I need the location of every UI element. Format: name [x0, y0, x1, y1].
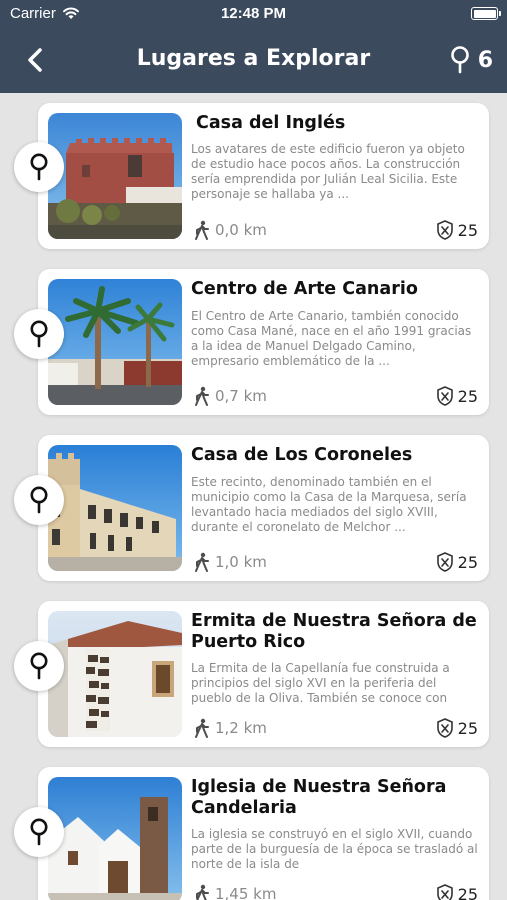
- place-card[interactable]: Centro de Arte Canario El Centro de Arte…: [38, 269, 489, 415]
- place-points: 25: [436, 386, 478, 406]
- battery-icon: [471, 7, 501, 20]
- map-pin-icon: [30, 486, 48, 514]
- shield-icon: [436, 884, 453, 900]
- shield-icon: [436, 718, 453, 738]
- place-points: 25: [436, 552, 478, 572]
- place-title: Centro de Arte Canario: [191, 279, 418, 299]
- map-pin-icon: [450, 46, 469, 74]
- status-bar: Carrier 12:48 PM: [0, 0, 507, 30]
- place-distance: 1,45 km: [193, 884, 276, 900]
- distance-value: 1,45 km: [215, 885, 277, 900]
- place-pin-marker[interactable]: [14, 309, 64, 359]
- hiker-icon: [195, 386, 209, 406]
- shield-icon: [436, 220, 453, 240]
- hiker-icon: [195, 552, 209, 572]
- distance-value: 0,7 km: [215, 387, 267, 405]
- points-value: 25: [457, 220, 478, 240]
- points-value: 25: [457, 552, 478, 572]
- place-card[interactable]: Casa de Los Coroneles Este recinto, deno…: [38, 435, 489, 581]
- place-card[interactable]: Ermita de Nuestra Señora de Puerto Rico …: [38, 601, 489, 747]
- places-count-value: 6: [477, 47, 493, 73]
- place-pin-marker[interactable]: [14, 142, 64, 192]
- place-thumbnail: [48, 445, 182, 571]
- shield-icon: [436, 386, 453, 406]
- points-value: 25: [457, 884, 478, 900]
- place-pin-marker[interactable]: [14, 475, 64, 525]
- map-pin-icon: [30, 818, 48, 846]
- place-thumbnail: [48, 113, 182, 239]
- hiker-icon: [195, 718, 209, 738]
- distance-value: 1,2 km: [215, 719, 267, 737]
- place-distance: 1,0 km: [193, 552, 267, 572]
- place-title: Iglesia de Nuestra Señora Candelaria: [191, 777, 447, 818]
- place-points: 25: [436, 220, 478, 240]
- place-title: Ermita de Nuestra Señora de Puerto Rico: [191, 611, 477, 652]
- page-title: Lugares a Explorar: [136, 46, 371, 71]
- hiker-icon: [195, 220, 209, 240]
- map-pin-icon: [30, 153, 48, 181]
- place-title: Casa del Inglés: [196, 113, 346, 133]
- map-pin-icon: [30, 652, 48, 680]
- status-time: 12:48 PM: [220, 5, 287, 22]
- place-card[interactable]: Casa del Inglés Los avatares de este edi…: [38, 103, 489, 249]
- place-pin-marker[interactable]: [14, 641, 64, 691]
- place-title: Casa de Los Coroneles: [191, 445, 413, 465]
- place-points: 25: [436, 718, 478, 738]
- points-value: 25: [457, 718, 478, 738]
- place-distance: 0,7 km: [193, 386, 267, 406]
- app-header: Carrier 12:48 PM Lugares a Explorar 6: [0, 0, 507, 93]
- place-description: Los avatares de este edificio fueron ya …: [191, 142, 465, 201]
- map-pin-icon: [30, 320, 48, 348]
- shield-icon: [436, 552, 453, 572]
- place-thumbnail: [48, 611, 182, 737]
- places-count[interactable]: 6: [450, 46, 493, 74]
- distance-value: 0,0 km: [215, 221, 267, 239]
- place-card[interactable]: Iglesia de Nuestra Señora Candelaria La …: [38, 767, 489, 900]
- place-distance: 1,2 km: [193, 718, 267, 738]
- place-description: La Ermita de la Capellanía fue construid…: [191, 661, 450, 705]
- place-points: 25: [436, 884, 478, 900]
- place-thumbnail: [48, 777, 182, 900]
- hiker-icon: [196, 884, 209, 900]
- place-pin-marker[interactable]: [14, 807, 64, 857]
- place-distance: 0,0 km: [193, 220, 267, 240]
- place-description: Este recinto, denominado también en el m…: [191, 475, 467, 534]
- place-description: El Centro de Arte Canario, también conoc…: [191, 309, 472, 368]
- place-thumbnail: [48, 279, 182, 405]
- distance-value: 1,0 km: [215, 553, 267, 571]
- points-value: 25: [457, 386, 478, 406]
- place-description: La iglesia se construyó en el siglo XVII…: [191, 827, 478, 871]
